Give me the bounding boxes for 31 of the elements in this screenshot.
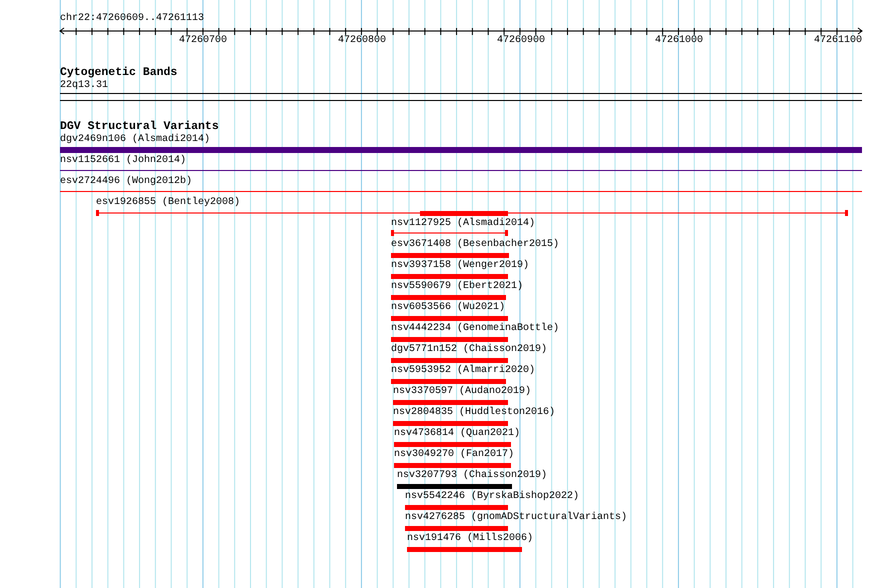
track-title: Cytogenetic Bands bbox=[60, 67, 178, 79]
tick-label: 47260800 bbox=[338, 35, 386, 46]
band-label: 22q13.31 bbox=[60, 80, 108, 91]
variant-label: nsv5542246 (ByrskaBishop2022) bbox=[405, 491, 580, 502]
variant-span[interactable] bbox=[391, 230, 508, 236]
variant-label: nsv1127925 (Alsmadi2014) bbox=[391, 218, 536, 229]
variant-label: esv3671408 (Besenbacher2015) bbox=[391, 239, 560, 250]
variant-label: nsv3207793 (Chaisson2019) bbox=[397, 470, 548, 481]
tick-label: 47261000 bbox=[655, 35, 703, 46]
variant-label: nsv5590679 (Ebert2021) bbox=[391, 281, 524, 292]
variant-label: nsv191476 (Mills2006) bbox=[407, 533, 534, 544]
tick-label: 47261100 bbox=[814, 35, 862, 46]
variant-label: nsv4442234 (GenomeinaBottle) bbox=[391, 323, 560, 334]
variant-label: nsv2804835 (Huddleston2016) bbox=[393, 407, 556, 418]
variant-label: nsv4736814 (Quan2021) bbox=[394, 428, 520, 439]
variant-label: nsv5953952 (Almarri2020) bbox=[391, 365, 536, 376]
variant-label: nsv1152661 (John2014) bbox=[60, 155, 186, 166]
variant-label: nsv4276285 (gnomADStructuralVariants) bbox=[405, 512, 628, 523]
tick-label: 47260900 bbox=[497, 35, 545, 46]
variant-bar[interactable] bbox=[397, 484, 512, 488]
variant-label: esv2724496 (Wong2012b) bbox=[60, 176, 192, 187]
variant-label: dgv2469n106 (Alsmadi2014) bbox=[60, 134, 210, 145]
variant-label: nsv3370597 (Audano2019) bbox=[393, 386, 532, 397]
variant-label: nsv3937158 (Wenger2019) bbox=[391, 260, 530, 271]
variant-label: dgv5771n152 (Chaisson2019) bbox=[391, 344, 548, 355]
location-label: chr22:47260609..47261113 bbox=[60, 13, 204, 25]
tick-label: 47260700 bbox=[179, 35, 227, 46]
variant-label: nsv3049270 (Fan2017) bbox=[394, 449, 514, 460]
variant-label: nsv6053566 (Wu2021) bbox=[391, 302, 506, 313]
track-title: DGV Structural Variants bbox=[60, 121, 219, 133]
variant-label: esv1926855 (Bentley2008) bbox=[96, 197, 240, 208]
